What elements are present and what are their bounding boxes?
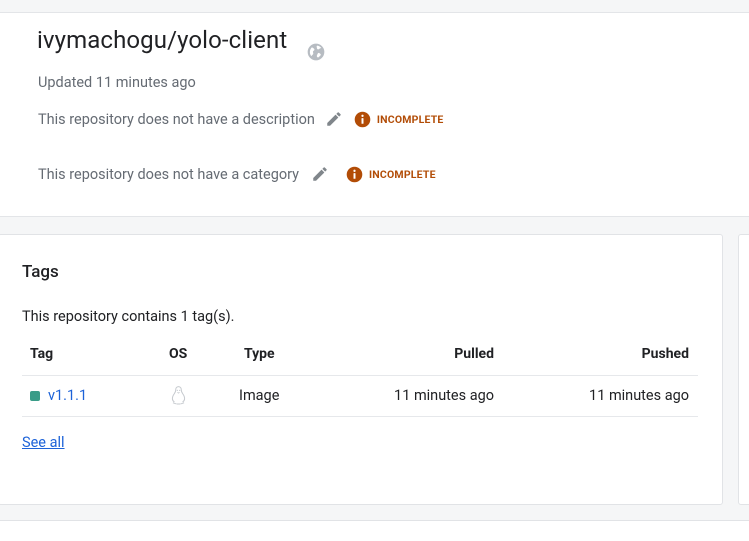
info-icon	[354, 111, 371, 127]
repo-title: ivymachogu/yolo-client	[37, 26, 288, 54]
incomplete-label: INCOMPLETE	[376, 112, 444, 126]
description-status-badge: INCOMPLETE	[354, 111, 444, 128]
tags-card	[0, 234, 723, 505]
column-header-pushed: Pushed	[641, 346, 689, 362]
column-header-type: Type	[244, 346, 275, 362]
tag-type: Image	[239, 387, 280, 404]
description-text: This repository does not have a descript…	[38, 110, 315, 128]
category-text: This repository does not have a category	[38, 165, 300, 183]
column-header-pulled: Pulled	[454, 346, 494, 362]
see-all-link[interactable]: See all	[22, 434, 65, 451]
category-row: This repository does not have a category…	[38, 163, 436, 185]
bottom-card	[0, 520, 749, 541]
column-header-os: OS	[169, 346, 188, 362]
category-status-badge: INCOMPLETE	[346, 166, 436, 183]
table-divider	[22, 375, 698, 376]
globe-icon	[307, 43, 325, 61]
table-divider	[22, 416, 698, 417]
edit-category-icon[interactable]	[311, 165, 329, 183]
tag-pulled: 11 minutes ago	[394, 387, 494, 404]
side-card	[738, 234, 749, 505]
tag-link[interactable]: v1.1.1	[48, 387, 87, 404]
column-header-tag: Tag	[30, 346, 54, 362]
info-icon	[346, 166, 363, 182]
tag-pushed: 11 minutes ago	[589, 387, 689, 404]
updated-text: Updated 11 minutes ago	[38, 74, 196, 91]
edit-description-icon[interactable]	[325, 110, 343, 128]
linux-icon	[171, 386, 186, 405]
tags-summary: This repository contains 1 tag(s).	[22, 308, 235, 325]
tag-status-dot	[30, 391, 40, 401]
incomplete-label: INCOMPLETE	[369, 167, 436, 181]
tags-title: Tags	[22, 262, 59, 282]
description-row: This repository does not have a descript…	[38, 108, 444, 130]
